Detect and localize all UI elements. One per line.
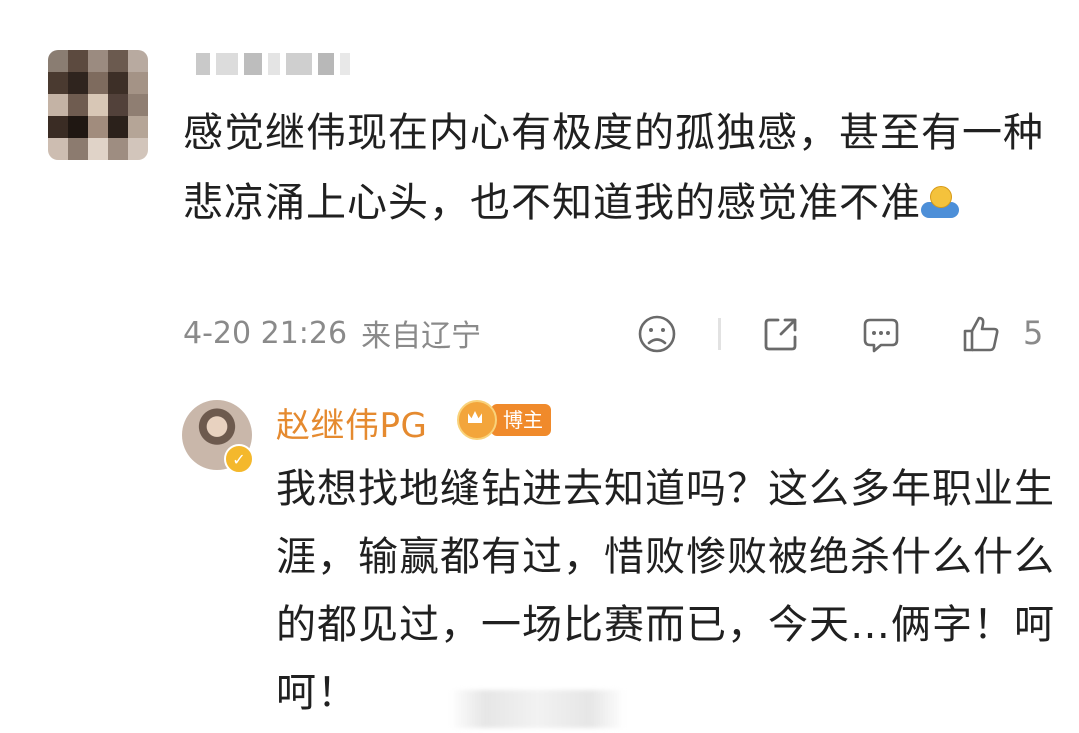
author-badge-label: 博主 [491, 404, 551, 436]
frown-face-icon[interactable] [637, 314, 677, 354]
comment-body: 感觉继伟现在内心有极度的孤独感，甚至有一种悲凉涌上心头，也不知道我的感觉准不准 [183, 110, 1044, 226]
crown-icon [457, 400, 497, 440]
verified-v-icon: ✓ [224, 444, 254, 474]
watermark-blur [450, 690, 625, 728]
commenter-username-redacted[interactable] [196, 50, 366, 78]
comment-thread: 感觉继伟现在内心有极度的孤独感，甚至有一种悲凉涌上心头，也不知道我的感觉准不准 … [0, 0, 1079, 733]
share-icon[interactable] [761, 314, 801, 354]
thumbs-up-icon[interactable] [961, 314, 1001, 354]
comment-time: 4-20 21:26 [183, 315, 348, 351]
like-count: 5 [1023, 314, 1044, 352]
reply-username[interactable]: 赵继伟PG [276, 398, 427, 447]
comment-text: 感觉继伟现在内心有极度的孤独感，甚至有一种悲凉涌上心头，也不知道我的感觉准不准 [183, 98, 1053, 238]
comment-location: 来自辽宁 [361, 319, 482, 354]
comment-meta-row: 4-20 21:26 来自辽宁 5 [183, 308, 1053, 358]
commenter-avatar[interactable] [48, 50, 148, 160]
comment-bubble-icon[interactable] [861, 314, 901, 354]
action-divider [718, 318, 721, 350]
author-badge: 博主 [457, 400, 551, 440]
hug-emoji-icon [921, 186, 959, 220]
reply-text: 我想找地缝钻进去知道吗？这么多年职业生涯，输赢都有过，惜败惨败被绝杀什么什么的都… [276, 466, 1055, 716]
